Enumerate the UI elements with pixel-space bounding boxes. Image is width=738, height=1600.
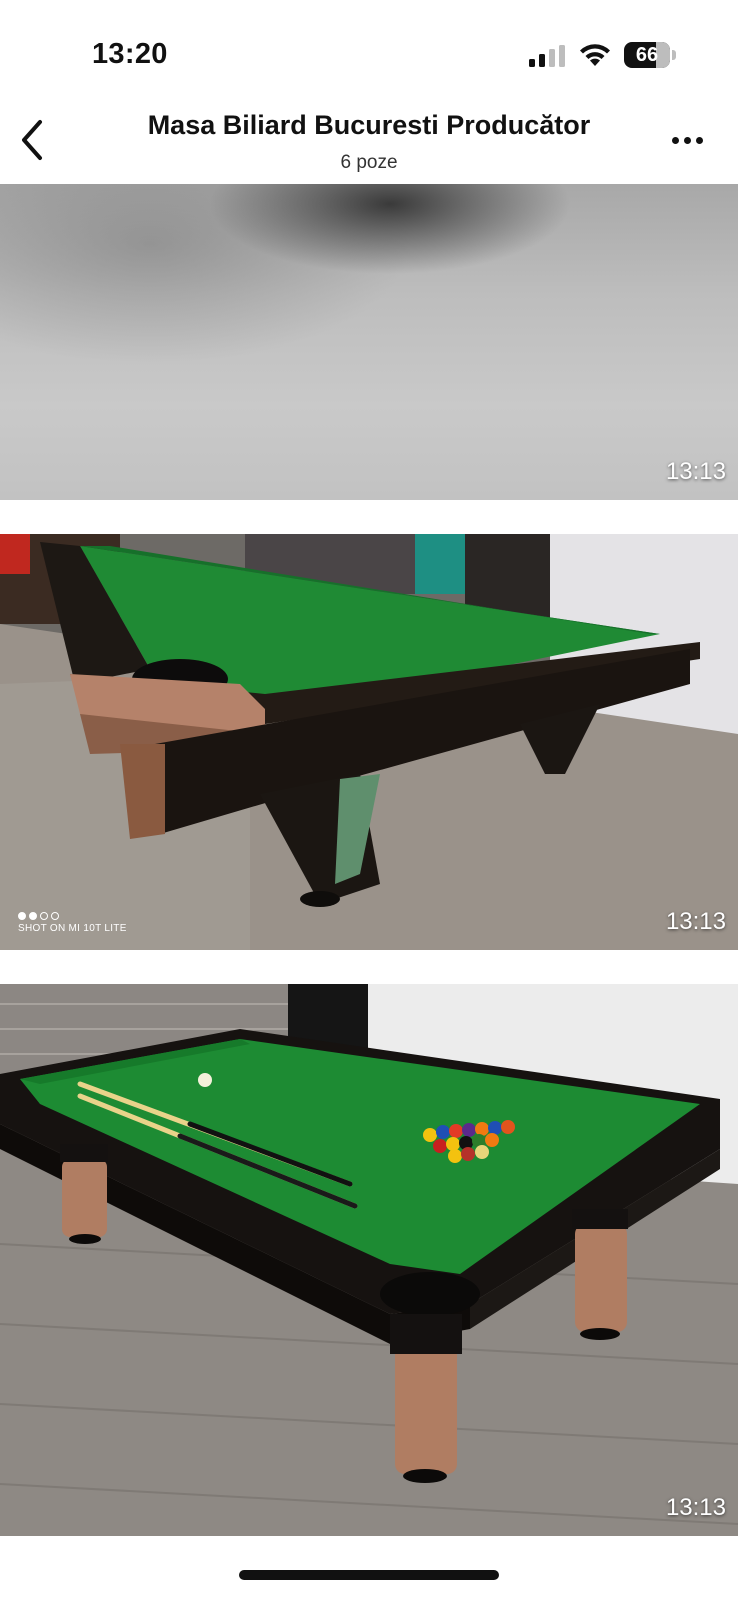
wifi-icon (578, 40, 612, 68)
photo-count: 6 poze (340, 152, 398, 173)
photo-2[interactable]: SHOT ON MI 10T LITE 13:13 (0, 534, 738, 950)
battery-level: 66 (635, 44, 659, 66)
page-title: Masa Biliard Bucuresti Producător (147, 110, 591, 140)
more-button[interactable] (662, 120, 712, 160)
photo-timestamp: 13:13 (665, 908, 726, 935)
status-bar: 13:20 66 (0, 0, 738, 100)
chevron-left-icon (22, 120, 42, 160)
more-horizontal-icon (671, 136, 679, 144)
pagination-dots (18, 912, 59, 920)
pool-table-full-image (0, 984, 738, 1536)
nav-bar: Masa Biliard Bucuresti Producător 6 poze (0, 100, 738, 184)
photo-1[interactable]: 13:13 (0, 184, 738, 500)
status-time: 13:20 (92, 38, 168, 70)
photo-timestamp: 13:13 (665, 458, 726, 485)
photo-3[interactable]: 13:13 (0, 984, 738, 1536)
battery-icon: 66 (624, 42, 676, 68)
signal-icon (529, 45, 567, 67)
photo-timestamp: 13:13 (665, 1494, 726, 1521)
camera-watermark: SHOT ON MI 10T LITE (18, 923, 127, 934)
pool-table-corner-image (0, 534, 738, 950)
back-button[interactable] (10, 112, 54, 168)
home-indicator[interactable] (239, 1570, 499, 1580)
